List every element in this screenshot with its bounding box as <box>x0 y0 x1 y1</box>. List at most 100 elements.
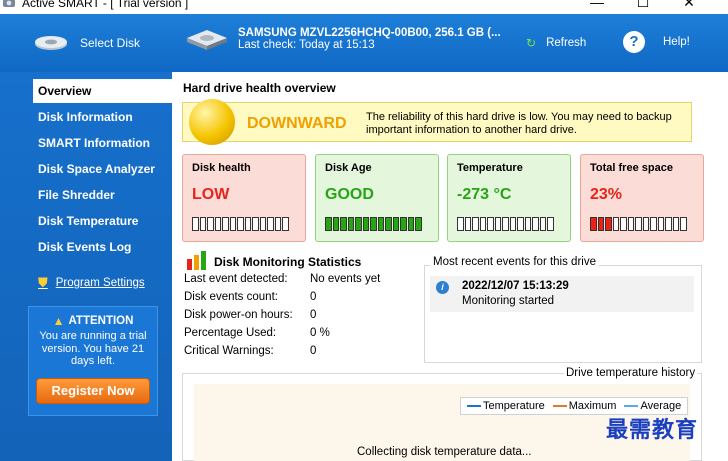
level-segment <box>192 217 199 231</box>
stat-value: 0 <box>310 345 317 357</box>
last-check: Last check: Today at 15:13 <box>238 39 375 51</box>
info-icon: i <box>436 281 449 294</box>
drive-info: SAMSUNG MZVL2256HCHQ-00B00, 256.1 GB (..… <box>184 26 501 52</box>
card-title: Temperature <box>457 162 523 174</box>
events-title: Most recent events for this drive <box>430 256 599 268</box>
card-disk-health: Disk health LOW <box>182 154 306 242</box>
level-segment <box>259 217 266 231</box>
legend-label: Temperature <box>483 400 545 412</box>
level-segment <box>457 217 464 231</box>
card-level-bar <box>192 217 290 231</box>
level-segment <box>657 217 664 231</box>
sidebar-item-overview[interactable]: Overview <box>33 79 172 103</box>
stat-value: 0 % <box>310 327 330 339</box>
temperature-history-title: Drive temperature history <box>564 367 698 379</box>
card-level-bar <box>457 217 555 231</box>
card-disk-age: Disk Age GOOD <box>315 154 439 242</box>
attention-heading: ▲ ATTENTION <box>29 314 157 328</box>
sidebar-item-smart-information[interactable]: SMART Information <box>33 131 172 155</box>
event-text: Monitoring started <box>462 295 555 307</box>
level-segment <box>377 217 384 231</box>
level-segment <box>472 217 479 231</box>
sidebar-item-disk-events-log[interactable]: Disk Events Log <box>33 235 172 259</box>
sidebar-item-disk-temperature[interactable]: Disk Temperature <box>33 209 172 233</box>
level-segment <box>590 217 597 231</box>
sidebar-item-disk-space-analyzer[interactable]: Disk Space Analyzer <box>33 157 172 181</box>
level-segment <box>252 217 259 231</box>
card-value: GOOD <box>325 186 374 203</box>
select-disk-button[interactable]: Select Disk <box>34 28 140 58</box>
level-segment <box>517 217 524 231</box>
program-settings-label: Program Settings <box>55 277 145 289</box>
register-now-button[interactable]: Register Now <box>36 378 150 404</box>
stat-row: Last event detected: No events yet <box>184 273 424 285</box>
level-segment <box>620 217 627 231</box>
card-level-bar <box>590 217 688 231</box>
help-button[interactable]: ? Help! <box>623 31 690 53</box>
legend-average: Average <box>624 400 681 412</box>
stat-row: Disk power-on hours: 0 <box>184 309 424 321</box>
level-segment <box>282 217 289 231</box>
level-segment <box>244 217 251 231</box>
legend-temperature: Temperature <box>467 400 545 412</box>
health-message: The reliability of this hard drive is lo… <box>366 111 672 136</box>
level-segment <box>385 217 392 231</box>
attention-body: You are running a trial version. You hav… <box>39 330 147 367</box>
legend-line <box>552 405 567 407</box>
level-segment <box>207 217 214 231</box>
level-segment <box>325 217 332 231</box>
stats-title: Disk Monitoring Statistics <box>214 255 362 269</box>
level-segment <box>597 217 604 231</box>
level-segment <box>635 217 642 231</box>
level-segment <box>539 217 546 231</box>
level-segment <box>509 217 516 231</box>
card-title: Disk Age <box>325 162 372 174</box>
card-title: Disk health <box>192 162 251 174</box>
sidebar-item-disk-information[interactable]: Disk Information <box>33 105 172 129</box>
level-segment <box>680 217 687 231</box>
level-segment <box>547 217 554 231</box>
refresh-button[interactable]: ↻ Refresh <box>526 36 586 50</box>
question-icon: ? <box>623 31 645 53</box>
sidebar-item-file-shredder[interactable]: File Shredder <box>33 183 172 207</box>
legend-label: Maximum <box>568 400 617 412</box>
level-segment <box>642 217 649 231</box>
level-segment <box>524 217 531 231</box>
page-title: Hard drive health overview <box>183 81 336 95</box>
level-segment <box>415 217 422 231</box>
stat-row: Percentage Used: 0 % <box>184 327 424 339</box>
level-segment <box>392 217 399 231</box>
level-segment <box>355 217 362 231</box>
level-segment <box>464 217 471 231</box>
stat-value: 0 <box>310 309 317 321</box>
maximize-button[interactable]: ☐ <box>620 0 666 14</box>
card-temperature: Temperature -273 °C <box>447 154 571 242</box>
level-segment <box>370 217 377 231</box>
temperature-status: Collecting disk temperature data... <box>357 446 532 458</box>
stat-value: 0 <box>310 291 317 303</box>
level-segment <box>274 217 281 231</box>
stat-label: Critical Warnings: <box>184 345 274 357</box>
level-segment <box>237 217 244 231</box>
level-segment <box>332 217 339 231</box>
minimize-button[interactable]: — <box>574 0 620 14</box>
close-button[interactable]: ✕ <box>666 0 712 14</box>
health-banner: DOWNWARD The reliability of this hard dr… <box>182 99 692 145</box>
watermark-logo: 最需教育 <box>606 417 699 443</box>
help-label: Help! <box>663 36 690 48</box>
program-settings-link[interactable]: ⛊ Program Settings <box>38 275 145 291</box>
stat-label: Percentage Used: <box>184 327 277 339</box>
level-segment <box>494 217 501 231</box>
level-segment <box>532 217 539 231</box>
top-toolbar: Select Disk SAMSUNG MZVL2256HCHQ-00B00, … <box>0 14 728 72</box>
main-panel: Hard drive health overview DOWNWARD The … <box>172 72 728 461</box>
level-segment <box>665 217 672 231</box>
level-segment <box>222 217 229 231</box>
legend-line <box>624 405 639 407</box>
stat-label: Disk power-on hours: <box>184 309 293 321</box>
level-segment <box>400 217 407 231</box>
window-title: Active SMART - [ Trial version ] <box>22 0 189 10</box>
event-item[interactable]: i 2022/12/07 15:13:29 Monitoring started <box>430 276 694 312</box>
bar-chart-icon <box>187 251 206 270</box>
level-segment <box>479 217 486 231</box>
